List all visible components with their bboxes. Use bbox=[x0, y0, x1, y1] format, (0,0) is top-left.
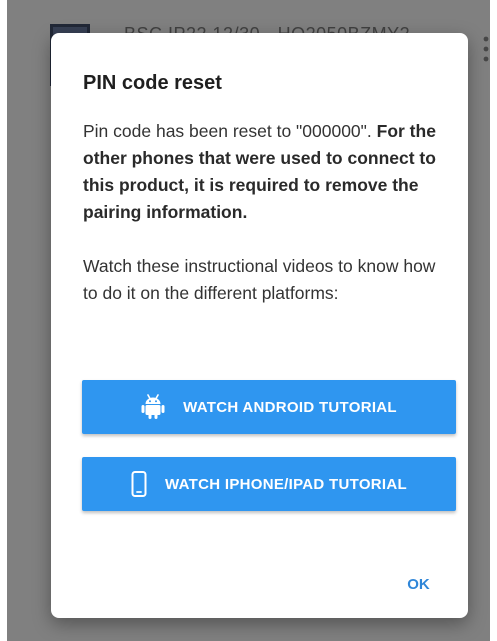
dialog-message: Pin code has been reset to "000000". For… bbox=[83, 118, 443, 307]
message-plain: Pin code has been reset to "000000". bbox=[83, 121, 372, 141]
ok-button[interactable]: OK bbox=[391, 571, 446, 597]
android-button-label: WATCH ANDROID TUTORIAL bbox=[183, 398, 397, 416]
instruction-text: Watch these instructional videos to know… bbox=[83, 256, 436, 303]
iphone-button-label: WATCH IPHONE/IPAD TUTORIAL bbox=[165, 475, 407, 493]
watch-android-tutorial-button[interactable]: WATCH ANDROID TUTORIAL bbox=[82, 380, 456, 434]
watch-iphone-tutorial-button[interactable]: WATCH IPHONE/IPAD TUTORIAL bbox=[82, 457, 456, 511]
android-icon bbox=[141, 394, 165, 420]
screen: BSC IP22 12/30 - HQ2050BZMY2 PIN code re… bbox=[0, 0, 497, 641]
dialog-title: PIN code reset bbox=[83, 72, 222, 94]
message-text: Pin code has been reset to "000000". For… bbox=[83, 118, 443, 226]
smartphone-icon bbox=[131, 471, 147, 497]
pin-reset-dialog: PIN code reset Pin code has been reset t… bbox=[51, 33, 468, 618]
